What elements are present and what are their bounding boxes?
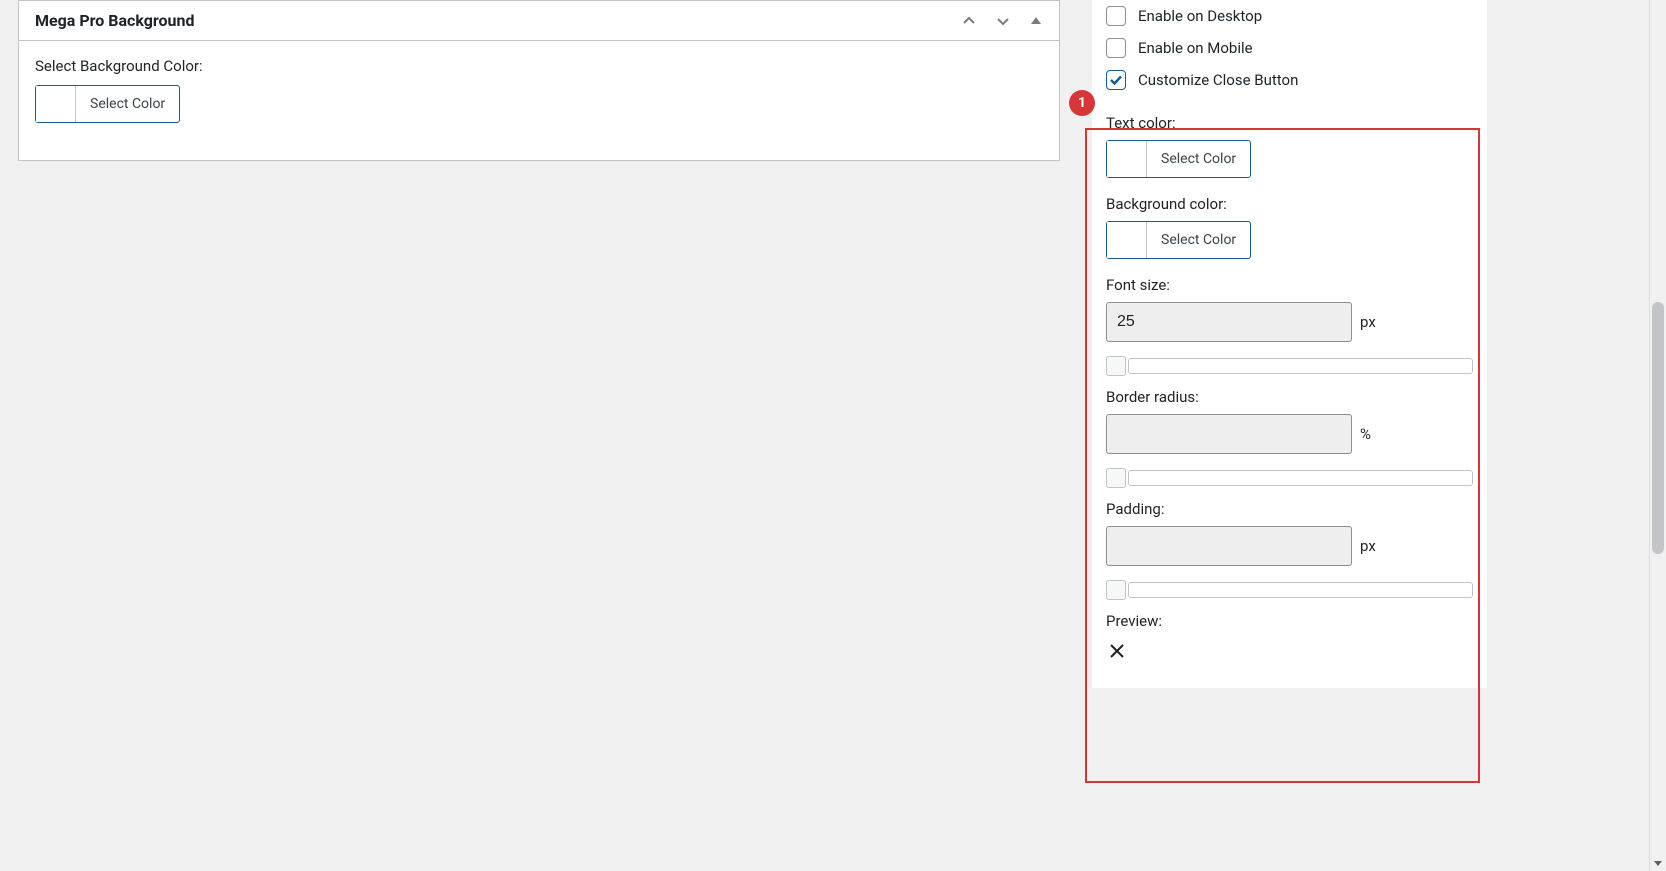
customize-close-checkbox[interactable] [1106, 70, 1126, 90]
customize-close-settings: Text color: Select Color Background colo… [1092, 96, 1487, 688]
border-radius-slider-handle[interactable] [1106, 468, 1126, 488]
text-color-btn-label: Select Color [1147, 141, 1250, 177]
font-size-input[interactable] [1106, 302, 1352, 342]
text-color-field: Text color: Select Color [1106, 114, 1473, 181]
panel-header: Mega Pro Background [19, 1, 1059, 41]
font-size-unit: px [1360, 313, 1376, 331]
padding-field: Padding: px [1106, 500, 1473, 598]
text-color-label: Text color: [1106, 114, 1473, 132]
annotation-badge-1: 1 [1069, 90, 1095, 116]
enable-desktop-row[interactable]: Enable on Desktop [1092, 0, 1487, 32]
enable-mobile-checkbox[interactable] [1106, 38, 1126, 58]
padding-slider-track [1128, 582, 1473, 598]
bg-color-swatch [1107, 222, 1147, 258]
border-radius-slider[interactable] [1106, 468, 1473, 486]
font-size-field: Font size: px [1106, 276, 1473, 374]
preview-close-icon [1106, 642, 1473, 664]
select-bg-color-label: Select Background Color: [35, 57, 1043, 75]
border-radius-unit: % [1360, 425, 1371, 443]
bg-color-label: Background color: [1106, 195, 1473, 213]
padding-input[interactable] [1106, 526, 1352, 566]
panel-body: Select Background Color: Select Color [19, 41, 1059, 160]
font-size-label: Font size: [1106, 276, 1473, 294]
scrollbar-thumb[interactable] [1652, 302, 1664, 554]
text-color-swatch [1107, 141, 1147, 177]
border-radius-input[interactable] [1106, 414, 1352, 454]
customize-close-label: Customize Close Button [1138, 71, 1298, 89]
enable-mobile-label: Enable on Mobile [1138, 39, 1253, 57]
padding-slider-handle[interactable] [1106, 580, 1126, 600]
bg-color-button[interactable]: Select Color [1106, 221, 1251, 259]
padding-unit: px [1360, 537, 1376, 555]
panel-controls [961, 13, 1043, 29]
panel-title: Mega Pro Background [35, 11, 195, 30]
enable-mobile-row[interactable]: Enable on Mobile [1092, 32, 1487, 64]
preview-field: Preview: [1106, 612, 1473, 664]
font-size-slider[interactable] [1106, 356, 1473, 374]
preview-label: Preview: [1106, 612, 1473, 630]
bg-color-field: Background color: Select Color [1106, 195, 1473, 262]
bg-color-btn-label: Select Color [1147, 222, 1250, 258]
border-radius-field: Border radius: % [1106, 388, 1473, 486]
close-button-options-panel: Enable on Desktop Enable on Mobile Custo… [1092, 0, 1487, 688]
customize-close-row[interactable]: Customize Close Button [1092, 64, 1487, 96]
enable-desktop-label: Enable on Desktop [1138, 7, 1262, 25]
select-color-label: Select Color [76, 86, 179, 122]
padding-slider[interactable] [1106, 580, 1473, 598]
collapse-icon[interactable] [1029, 13, 1043, 29]
font-size-slider-handle[interactable] [1106, 356, 1126, 376]
enable-desktop-checkbox[interactable] [1106, 6, 1126, 26]
vertical-scrollbar[interactable] [1649, 0, 1666, 871]
border-radius-slider-track [1128, 470, 1473, 486]
color-swatch [36, 86, 76, 122]
font-size-slider-track [1128, 358, 1473, 374]
border-radius-label: Border radius: [1106, 388, 1473, 406]
select-bg-color-button[interactable]: Select Color [35, 85, 180, 123]
padding-label: Padding: [1106, 500, 1473, 518]
move-up-icon[interactable] [961, 13, 977, 29]
mega-pro-background-panel: Mega Pro Background Select Background Co… [18, 0, 1060, 161]
move-down-icon[interactable] [995, 13, 1011, 29]
text-color-button[interactable]: Select Color [1106, 140, 1251, 178]
scrollbar-down-arrow-icon[interactable] [1649, 854, 1666, 871]
